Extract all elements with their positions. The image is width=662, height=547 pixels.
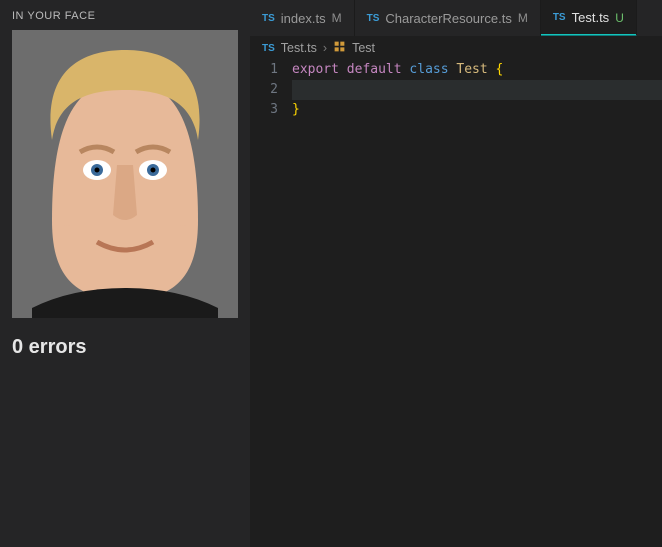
breadcrumb-file[interactable]: Test.ts [281,41,317,55]
code-line[interactable]: export default class Test { [292,60,662,80]
line-number: 1 [250,60,278,80]
tab-label: Test.ts [572,10,610,25]
tab-index-ts[interactable]: TS index.ts M [250,0,355,36]
tab-bar: TS index.ts M TS CharacterResource.ts M TS Test… [250,0,662,36]
extension-sidebar: IN YOUR FACE 0 errors [0,0,250,547]
line-gutter: 123 [250,60,292,547]
tab-status-badge: M [332,11,342,25]
code-line[interactable] [292,80,662,100]
ts-file-icon: TS [553,12,566,23]
code-editor[interactable]: 123 export default class Test {} [250,60,662,547]
editor-pane: TS index.ts M TS CharacterResource.ts M TS Test… [250,0,662,547]
errors-count: 0 errors [12,336,238,359]
line-number: 3 [250,100,278,120]
tab-CharacterResource-ts[interactable]: TS CharacterResource.ts M [355,0,541,36]
face-image [12,30,238,318]
tab-label: index.ts [281,11,326,26]
class-symbol-icon [333,40,346,56]
code-line[interactable]: } [292,100,662,120]
tab-label: CharacterResource.ts [385,11,511,26]
code-lines[interactable]: export default class Test {} [292,60,662,547]
ts-file-icon: TS [367,13,380,24]
tab-Test-ts[interactable]: TS Test.ts U [541,0,637,36]
breadcrumb[interactable]: TS Test.ts › Test [250,36,662,60]
tab-status-badge: U [615,11,624,25]
line-number: 2 [250,80,278,100]
ts-file-icon: TS [262,13,275,24]
chevron-right-icon: › [323,41,327,55]
breadcrumb-symbol[interactable]: Test [352,41,375,55]
panel-title: IN YOUR FACE [12,10,238,22]
tab-status-badge: M [518,11,528,25]
ts-file-icon: TS [262,43,275,54]
